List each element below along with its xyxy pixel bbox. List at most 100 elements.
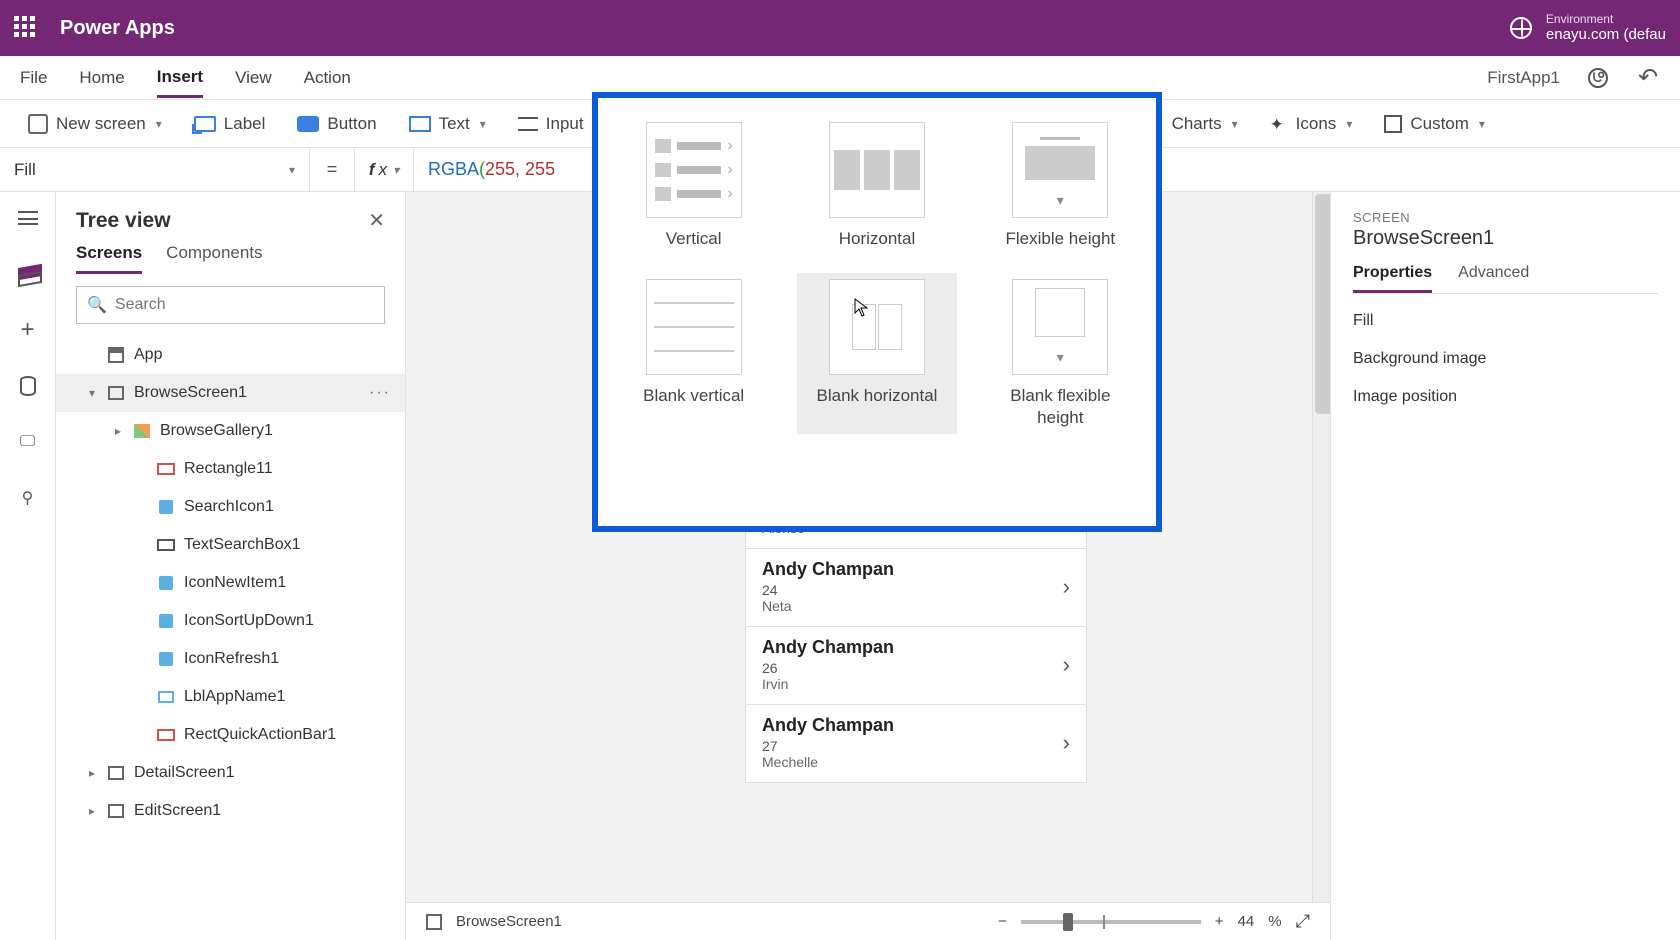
tree-row-es1[interactable]: ▸EditScreen1 bbox=[56, 792, 405, 830]
tree-row-ds1[interactable]: ▸ DetailScreen1 bbox=[56, 754, 405, 792]
tree-search-input[interactable] bbox=[115, 296, 374, 314]
gallery-dropdown: › › › Vertical Horizontal ▾ Flexible hei… bbox=[592, 92, 1162, 532]
media-rail-icon: 🖵 bbox=[20, 433, 35, 451]
ribbon-new-screen[interactable]: New screen▾ bbox=[22, 110, 168, 138]
more-icon[interactable]: ··· bbox=[369, 384, 391, 402]
chevron-down-icon: ▾ bbox=[289, 163, 295, 177]
menu-action[interactable]: Action bbox=[304, 68, 351, 88]
twist-icon[interactable]: ▾ bbox=[86, 386, 98, 400]
menu-home[interactable]: Home bbox=[79, 68, 124, 88]
canvas-scrollbar[interactable] bbox=[1312, 192, 1330, 940]
phone-preview[interactable]: 21Alonso›Andy Champan24Neta›Andy Champan… bbox=[746, 492, 1086, 782]
tree-item-label: BrowseGallery1 bbox=[160, 422, 273, 440]
rail-tree[interactable] bbox=[16, 262, 40, 286]
rail-hamburger[interactable] bbox=[16, 206, 40, 230]
ribbon-custom[interactable]: Custom▾ bbox=[1378, 110, 1491, 138]
chevron-right-icon: › bbox=[1063, 574, 1070, 600]
tree-item-icon bbox=[106, 764, 126, 782]
list-item[interactable]: Andy Champan24Neta› bbox=[746, 548, 1086, 626]
app-title: Power Apps bbox=[60, 17, 175, 40]
prop-fill[interactable]: Fill bbox=[1353, 312, 1658, 330]
undo-icon[interactable]: ↶ bbox=[1636, 66, 1660, 90]
list-item[interactable]: Andy Champan27Mechelle› bbox=[746, 704, 1086, 782]
gallery-opt-blank-vertical[interactable]: Blank vertical bbox=[614, 273, 773, 434]
thumb-flexible: ▾ bbox=[1012, 122, 1108, 218]
rail-add[interactable]: + bbox=[16, 318, 40, 342]
health-icon[interactable] bbox=[1586, 66, 1610, 90]
twist-icon[interactable]: ▸ bbox=[112, 424, 124, 438]
tree-item-icon bbox=[156, 498, 176, 516]
zoom-knob[interactable] bbox=[1063, 913, 1073, 931]
tree-row-ini[interactable]: IconNewItem1 bbox=[56, 564, 405, 602]
tree-item-label: IconRefresh1 bbox=[184, 650, 279, 668]
twist-icon[interactable]: ▸ bbox=[86, 804, 98, 818]
database-icon bbox=[20, 376, 36, 396]
zoom-out[interactable]: − bbox=[998, 913, 1007, 930]
zoom-value: 44 bbox=[1238, 913, 1255, 930]
tree-tab-screens[interactable]: Screens bbox=[76, 243, 142, 274]
menu-view[interactable]: View bbox=[235, 68, 272, 88]
tree-row-ir1[interactable]: IconRefresh1 bbox=[56, 640, 405, 678]
tree-item-icon bbox=[156, 650, 176, 668]
ribbon-label[interactable]: Label bbox=[188, 110, 272, 138]
property-selector[interactable]: Fill ▾ bbox=[0, 148, 310, 191]
scrollbar-thumb[interactable] bbox=[1315, 194, 1330, 414]
tree-item-label: LblAppName1 bbox=[184, 688, 285, 706]
close-icon[interactable]: ✕ bbox=[368, 208, 385, 233]
property-name: Fill bbox=[14, 160, 36, 180]
tree-item-icon bbox=[156, 460, 176, 478]
file-name[interactable]: FirstApp1 bbox=[1487, 68, 1560, 88]
tree-item-icon bbox=[156, 574, 176, 592]
fx-button[interactable]: fx▾ bbox=[354, 148, 414, 191]
zoom-in[interactable]: + bbox=[1215, 913, 1224, 930]
ribbon-text[interactable]: Text▾ bbox=[403, 110, 492, 138]
props-kind: SCREEN bbox=[1353, 210, 1658, 225]
item-sub2: Neta bbox=[762, 598, 1063, 614]
fullscreen-icon[interactable]: ⤢ bbox=[1296, 911, 1310, 932]
tree-search[interactable]: 🔍 bbox=[76, 286, 385, 324]
tree-row-bg1[interactable]: ▸ BrowseGallery1 bbox=[56, 412, 405, 450]
ribbon-icons[interactable]: ✦Icons▾ bbox=[1264, 110, 1359, 138]
menu-insert[interactable]: Insert bbox=[157, 67, 203, 98]
formula-fn: RGBA bbox=[428, 159, 479, 179]
tree-item-label: TextSearchBox1 bbox=[184, 536, 301, 554]
environment-picker[interactable]: Environment enayu.com (defau bbox=[1546, 12, 1666, 44]
waffle-icon[interactable] bbox=[14, 16, 38, 40]
tree-row-rqa[interactable]: RectQuickActionBar1 bbox=[56, 716, 405, 754]
thumb-horizontal bbox=[829, 122, 925, 218]
rail-tools[interactable]: ⚲ bbox=[16, 486, 40, 510]
rail-media[interactable]: 🖵 bbox=[16, 430, 40, 454]
gallery-opt-blank-horizontal[interactable]: Blank horizontal bbox=[797, 273, 956, 434]
prop-bgimage[interactable]: Background image bbox=[1353, 350, 1658, 368]
icons-icon: ✦ bbox=[1270, 115, 1288, 133]
props-tab-advanced[interactable]: Advanced bbox=[1458, 264, 1529, 293]
tree-row-r11[interactable]: Rectangle11 bbox=[56, 450, 405, 488]
item-sub1: 27 bbox=[762, 738, 1063, 754]
tree-row-lan[interactable]: LblAppName1 bbox=[56, 678, 405, 716]
tree-row-app[interactable]: App bbox=[56, 336, 405, 374]
props-tab-properties[interactable]: Properties bbox=[1353, 264, 1432, 293]
twist-icon[interactable]: ▸ bbox=[86, 766, 98, 780]
screen-icon bbox=[28, 114, 48, 134]
chevron-down-icon: ▾ bbox=[156, 117, 162, 131]
text-icon bbox=[409, 116, 431, 132]
tree-item-label: DetailScreen1 bbox=[134, 764, 235, 782]
tree-row-tsb[interactable]: TextSearchBox1 bbox=[56, 526, 405, 564]
menu-file[interactable]: File bbox=[20, 68, 47, 88]
ribbon-button[interactable]: Button bbox=[291, 110, 382, 138]
gallery-opt-horizontal[interactable]: Horizontal bbox=[797, 116, 956, 255]
zoom-slider[interactable] bbox=[1021, 920, 1201, 924]
tree-row-isd[interactable]: IconSortUpDown1 bbox=[56, 602, 405, 640]
gallery-opt-blank-flexible[interactable]: ▾ Blank flexible height bbox=[981, 273, 1140, 434]
prop-imagepos[interactable]: Image position bbox=[1353, 388, 1658, 406]
tree-item-icon bbox=[156, 726, 176, 744]
selection-checkbox[interactable] bbox=[426, 914, 442, 930]
tree-row-bs1[interactable]: ▾BrowseScreen1··· bbox=[56, 374, 405, 412]
item-name: Andy Champan bbox=[762, 715, 1063, 736]
gallery-opt-flexible[interactable]: ▾ Flexible height bbox=[981, 116, 1140, 255]
gallery-opt-vertical[interactable]: › › › Vertical bbox=[614, 116, 773, 255]
list-item[interactable]: Andy Champan26Irvin› bbox=[746, 626, 1086, 704]
tree-tab-components[interactable]: Components bbox=[166, 243, 262, 274]
rail-data[interactable] bbox=[16, 374, 40, 398]
tree-row-si1[interactable]: SearchIcon1 bbox=[56, 488, 405, 526]
